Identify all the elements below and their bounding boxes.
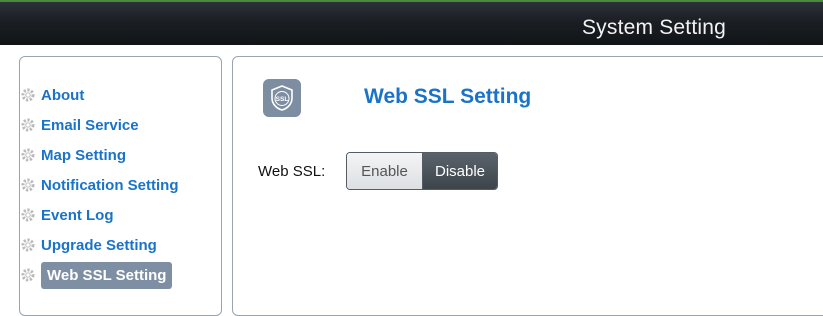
sidebar-item-web-ssl-setting[interactable]: Web SSL Setting	[19, 261, 173, 289]
page-header-title: System Setting	[581, 16, 726, 39]
sidebar-item-label: Email Service	[41, 116, 139, 134]
sidebar-item-notification-setting[interactable]: Notification Setting	[19, 174, 179, 196]
ssl-shield-icon: SSL	[263, 79, 301, 117]
sidebar-item-label: About	[41, 86, 85, 104]
enable-option-button[interactable]: Enable	[347, 153, 423, 189]
sidebar-item-map-setting[interactable]: Map Setting	[19, 144, 126, 166]
sidebar-item-event-log[interactable]: Event Log	[19, 204, 114, 226]
sidebar-item-email-service[interactable]: Email Service	[19, 114, 139, 136]
web-ssl-toggle[interactable]: Enable Disable	[346, 152, 498, 190]
sidebar-item-about[interactable]: About	[19, 84, 84, 106]
sidebar-item-label: Notification Setting	[41, 176, 179, 194]
sidebar-item-label: Web SSL Setting	[41, 261, 173, 289]
sidebar-item-upgrade-setting[interactable]: Upgrade Setting	[19, 234, 157, 256]
web-ssl-label: Web SSL:	[258, 163, 326, 180]
gear-icon	[21, 148, 35, 162]
gear-icon	[21, 118, 35, 132]
gear-icon	[21, 178, 35, 192]
header-bar: System Setting	[0, 0, 823, 45]
gear-icon	[21, 268, 35, 282]
gear-icon	[21, 208, 35, 222]
gear-icon	[21, 88, 35, 102]
disable-option-button[interactable]: Disable	[423, 153, 497, 189]
ssl-icon-text: SSL	[276, 96, 289, 103]
page-title: Web SSL Setting	[364, 85, 532, 108]
sidebar-item-label: Map Setting	[41, 146, 126, 164]
gear-icon	[21, 238, 35, 252]
sidebar-item-label: Event Log	[41, 206, 114, 224]
sidebar-item-label: Upgrade Setting	[41, 236, 157, 254]
